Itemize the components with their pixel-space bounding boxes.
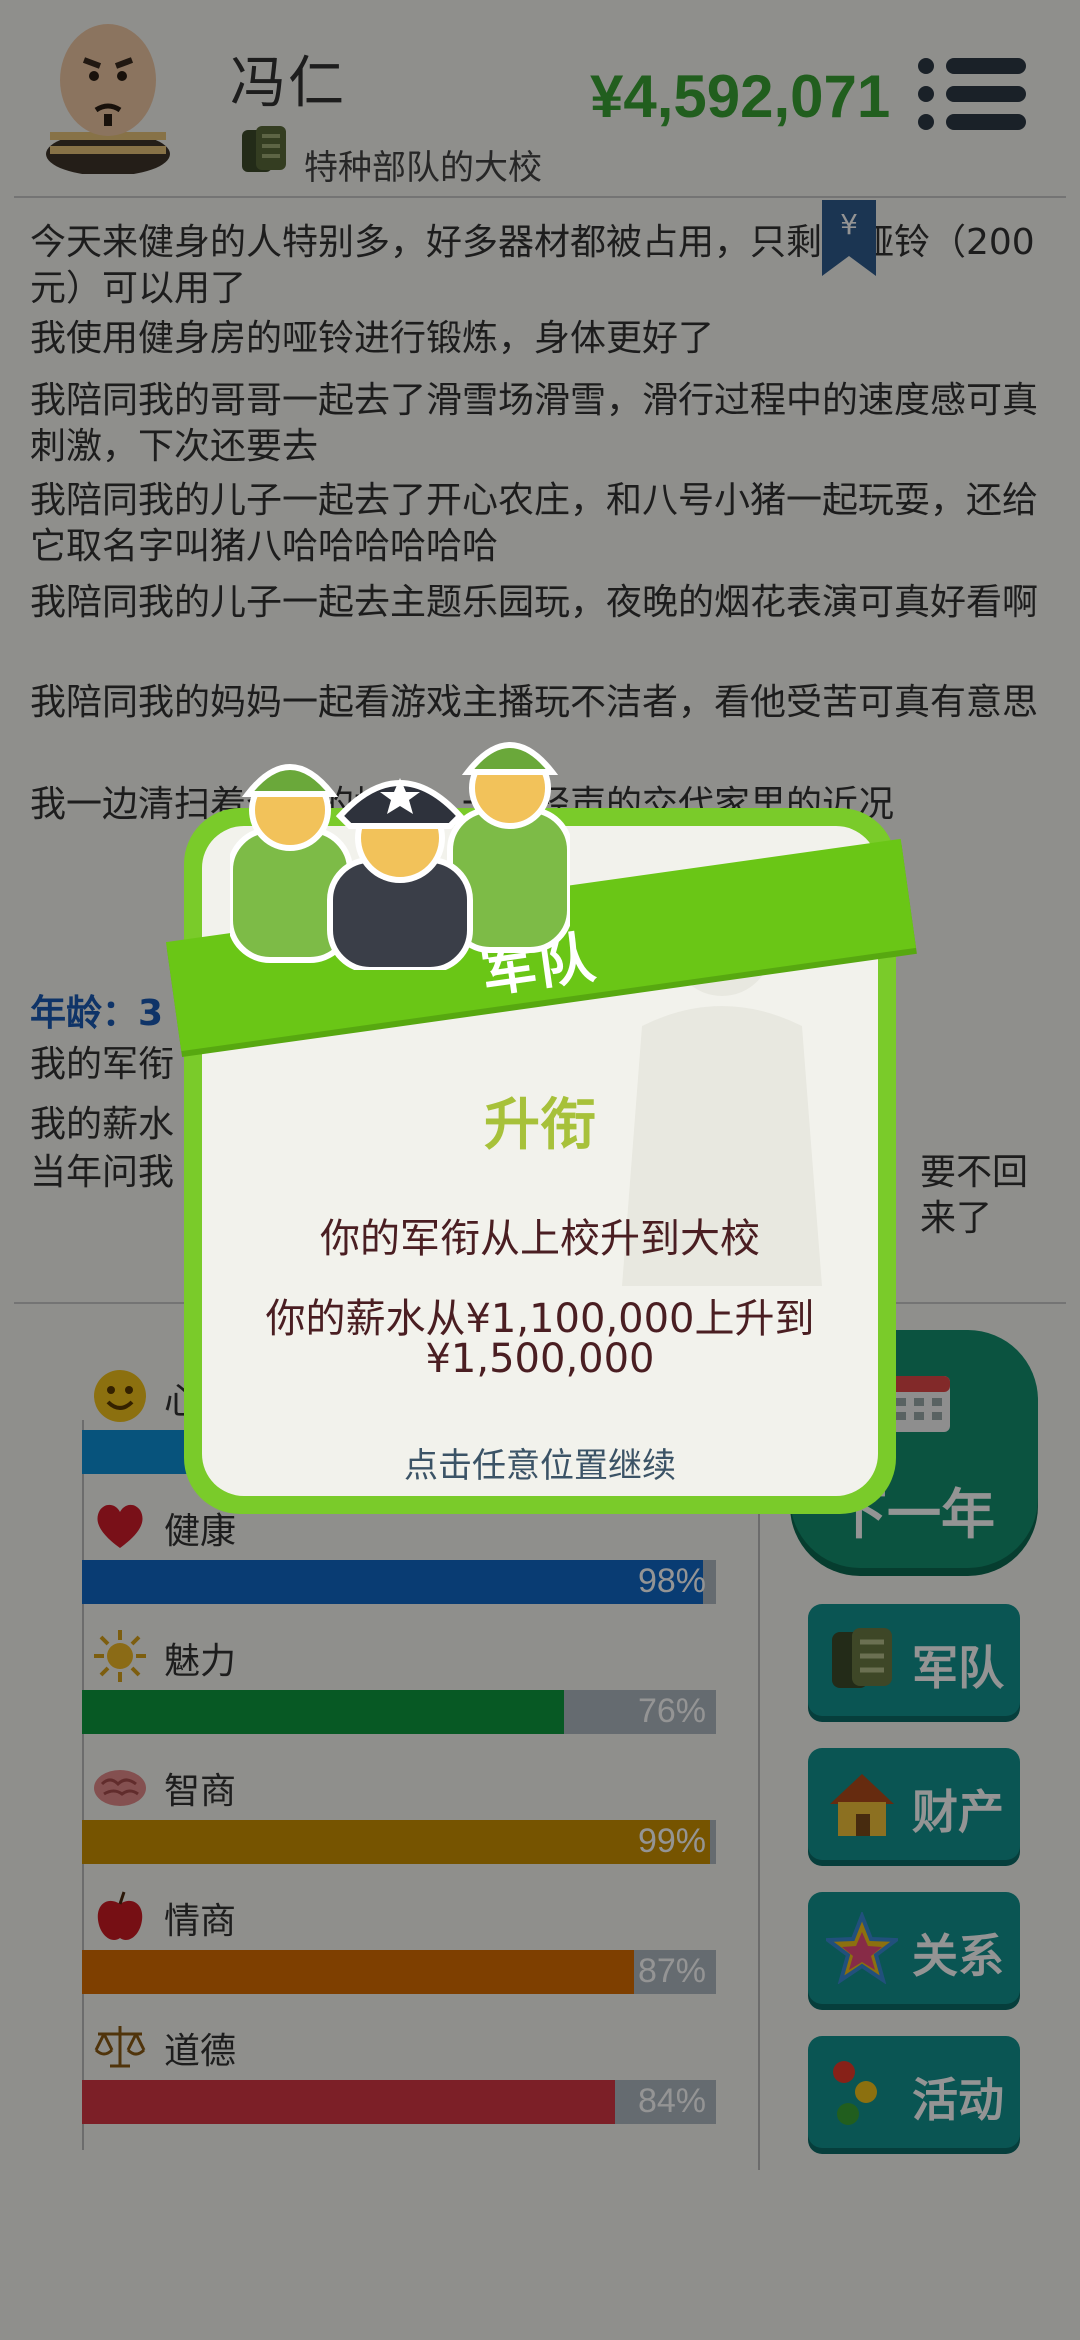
soldiers-icon [230, 742, 570, 970]
dialog-salary-amount: ¥1,500,000 [425, 1336, 655, 1382]
dialog-rank-message: 你的军衔从上校升到大校 [320, 1216, 760, 1262]
dialog-title: 升衔 [484, 1093, 596, 1158]
tap-to-continue[interactable]: 点击任意位置继续 [184, 1438, 896, 1487]
